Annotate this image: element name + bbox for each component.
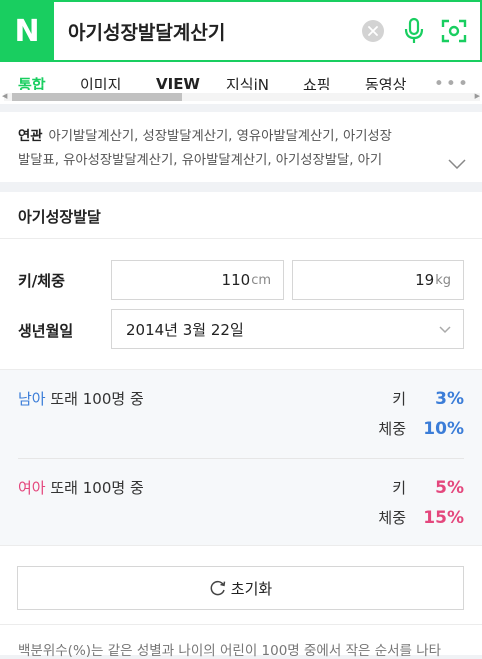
percentile-results: 남아 또래 100명 중 키 3% 체중 10% 여아 또래 100명 중 키 5% … (0, 369, 482, 546)
naver-logo[interactable]: N (0, 1, 54, 61)
boy-weight-metric: 체중 10% (378, 418, 464, 439)
girl-heading: 여아 또래 100명 중 (18, 477, 144, 498)
divider (18, 458, 464, 459)
related-line-2[interactable]: 발달표, 유아성장발달계산기, 유아발달계산기, 아기성장발달, 아기 (18, 149, 448, 173)
scroll-right-icon[interactable]: ▶ (475, 92, 480, 100)
height-input[interactable]: 110 cm (111, 260, 284, 300)
chevron-down-icon[interactable] (448, 154, 466, 173)
weight-input[interactable]: 19 kg (292, 260, 464, 300)
boy-suffix: 또래 100명 중 (45, 390, 144, 408)
chevron-down-icon (439, 320, 451, 338)
girl-weight-percent: 15% (423, 508, 464, 528)
related-line-1[interactable]: 연관 아기발달계산기, 성장발달계산기, 영유아발달계산기, 아기성장 (18, 125, 448, 149)
scrollbar-thumb[interactable] (12, 93, 182, 101)
girl-weight-metric: 체중 15% (378, 507, 464, 528)
lens-icon[interactable] (440, 16, 468, 46)
metric-label: 체중 (378, 509, 406, 527)
size-label: 키/체중 (18, 272, 65, 290)
boy-height-metric: 키 3% (392, 388, 464, 409)
horizontal-scrollbar[interactable]: ◀ ▶ (0, 90, 482, 104)
metric-label: 체중 (378, 420, 406, 438)
refresh-icon (209, 579, 227, 597)
boy-heading: 남아 또래 100명 중 (18, 388, 144, 409)
divider (0, 624, 482, 625)
height-value: 110 (221, 271, 251, 289)
search-box: N 아기성장발달계산기 (0, 0, 482, 62)
metric-label: 키 (392, 479, 406, 497)
girl-height-percent: 5% (435, 478, 464, 498)
girl-height-metric: 키 5% (392, 477, 464, 498)
metric-label: 키 (392, 390, 406, 408)
related-terms-1[interactable]: 아기발달계산기, 성장발달계산기, 영유아발달계산기, 아기성장 (48, 129, 391, 144)
search-header: N 아기성장발달계산기 (0, 0, 482, 62)
clear-icon[interactable] (362, 20, 384, 42)
scroll-left-icon[interactable]: ◀ (2, 92, 7, 100)
mic-icon[interactable] (400, 16, 428, 46)
weight-unit: kg (435, 272, 451, 288)
boy-label: 남아 (18, 390, 46, 408)
growth-calculator-card: 아기성장발달 키/체중 110 cm 19 kg 생년월일 2014년 3월 22일… (0, 192, 482, 659)
boy-weight-percent: 10% (423, 419, 464, 439)
birth-label: 생년월일 (18, 322, 74, 340)
related-label: 연관 (18, 129, 43, 144)
search-input[interactable]: 아기성장발달계산기 (68, 18, 362, 45)
related-searches: 연관 아기발달계산기, 성장발달계산기, 영유아발달계산기, 아기성장 발달표, … (0, 112, 482, 182)
reset-button[interactable]: 초기화 (17, 566, 464, 610)
divider (0, 238, 482, 239)
height-unit: cm (251, 272, 271, 288)
girl-suffix: 또래 100명 중 (45, 479, 144, 497)
calculator-title: 아기성장발달 (18, 208, 101, 226)
weight-value: 19 (415, 271, 435, 289)
boy-height-percent: 3% (435, 389, 464, 409)
girl-label: 여아 (18, 479, 46, 497)
reset-label: 초기화 (230, 579, 273, 598)
birthdate-select[interactable]: 2014년 3월 22일 (111, 309, 464, 349)
percentile-footnote: 백분위수(%)는 같은 성별과 나이의 어린이 100명 중에서 작은 순서를 … (18, 643, 442, 659)
birthdate-value: 2014년 3월 22일 (126, 320, 244, 339)
